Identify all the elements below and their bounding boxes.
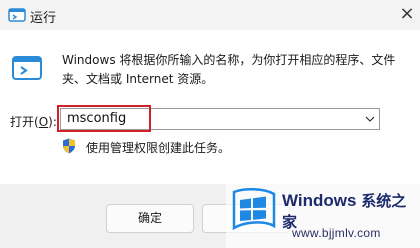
- open-label: 打开(O):: [10, 113, 57, 130]
- open-combobox[interactable]: msconfig: [60, 108, 380, 130]
- open-label-suffix: ):: [48, 115, 57, 129]
- close-icon[interactable]: ×: [394, 0, 420, 30]
- ok-button[interactable]: 确定: [106, 204, 194, 233]
- watermark-brand-name: Windows: [282, 191, 357, 210]
- uac-shield-icon: [63, 138, 75, 154]
- run-icon: [8, 8, 26, 22]
- run-program-icon: [12, 56, 42, 80]
- open-label-accesskey: O: [38, 115, 49, 129]
- open-label-prefix: 打开(: [10, 115, 39, 129]
- chevron-down-icon[interactable]: [365, 115, 375, 123]
- dialog-body: Windows 将根据你所输入的名称，为你打开相应的程序、文件夹、文档或 Int…: [0, 30, 420, 184]
- dialog-description: Windows 将根据你所输入的名称，为你打开相应的程序、文件夹、文档或 Int…: [62, 53, 396, 86]
- title-bar: 运行 ×: [0, 0, 420, 30]
- windows-logo-icon: [232, 188, 276, 231]
- window-title: 运行: [30, 11, 57, 26]
- watermark: Windows 系统之家 www.bjjmlv.com: [226, 182, 420, 248]
- admin-task-text: 使用管理权限创建此任务。: [86, 141, 231, 155]
- open-input[interactable]: msconfig: [67, 111, 126, 126]
- watermark-url: www.bjjmlv.com: [292, 226, 381, 240]
